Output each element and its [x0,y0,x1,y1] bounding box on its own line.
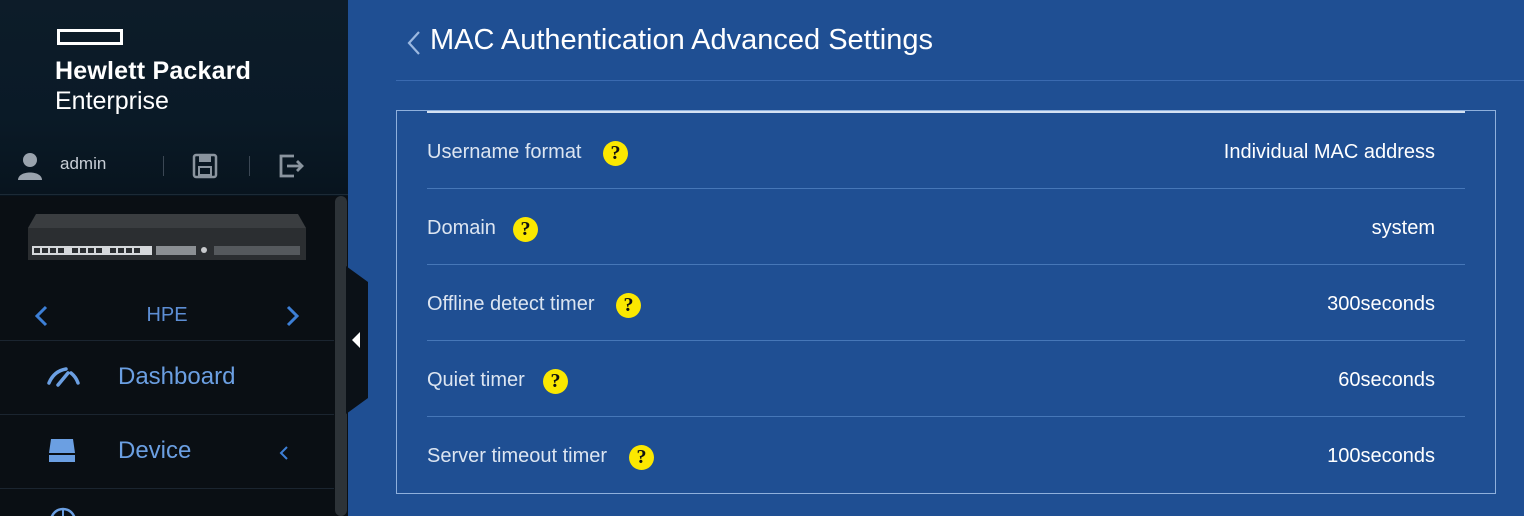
logout-icon[interactable] [278,153,304,179]
chevron-right-icon[interactable] [282,304,302,328]
main-content: MAC Authentication Advanced Settings Use… [348,0,1524,516]
sidebar-header: Hewlett Packard Enterprise admin [0,0,348,196]
help-icon[interactable]: ? [513,217,538,242]
menu-item-device[interactable]: Device [0,415,334,487]
user-icon [18,153,42,180]
help-icon[interactable]: ? [543,369,568,394]
page-title: MAC Authentication Advanced Settings [430,24,933,56]
divider [0,488,334,489]
brand-line-1: Hewlett Packard [55,57,252,85]
back-arrow-icon[interactable] [406,30,422,56]
chevron-left-icon [279,446,288,460]
setting-label: Domain [427,217,496,239]
divider [249,156,250,176]
menu-item-dashboard[interactable]: Dashboard [0,341,334,413]
menu-label: Dashboard [118,363,236,390]
switch-device-image [28,214,306,260]
username-label: admin [60,154,107,173]
setting-value: Individual MAC address [1223,141,1435,163]
setting-value: system [1371,217,1435,239]
setting-label: Server timeout timer [427,445,608,467]
settings-panel: Username format ? Individual MAC address… [396,110,1496,494]
help-icon[interactable]: ? [603,141,628,166]
save-icon[interactable] [192,153,218,179]
settings-row-server-timeout-timer: Server timeout timer ? 100seconds [427,417,1465,493]
setting-label: Quiet timer [427,369,525,391]
help-icon[interactable]: ? [629,445,654,470]
help-icon[interactable]: ? [616,293,641,318]
brand-line-2: Enterprise [55,87,169,115]
device-icon [49,439,75,462]
sidebar: Hewlett Packard Enterprise admin HPE Das… [0,0,348,516]
menu-label: Device [118,437,192,464]
divider [0,194,348,195]
device-switcher: HPE [0,298,334,334]
divider [163,156,164,176]
globe-icon[interactable] [48,506,78,516]
setting-value: 100seconds [1327,445,1435,467]
settings-row-offline-detect-timer: Offline detect timer ? 300seconds [427,265,1465,341]
dashboard-icon [47,367,80,387]
setting-value: 60seconds [1338,369,1435,391]
settings-row-quiet-timer: Quiet timer ? 60seconds [427,341,1465,417]
hpe-logo-icon [57,29,123,45]
user-bar: admin [0,148,348,184]
setting-label: Username format [427,141,582,163]
setting-label: Offline detect timer [427,293,595,315]
settings-row-username-format: Username format ? Individual MAC address [427,113,1465,189]
settings-row-domain: Domain ? system [427,189,1465,265]
setting-value: 300seconds [1327,293,1435,315]
page-header: MAC Authentication Advanced Settings [396,0,1524,81]
